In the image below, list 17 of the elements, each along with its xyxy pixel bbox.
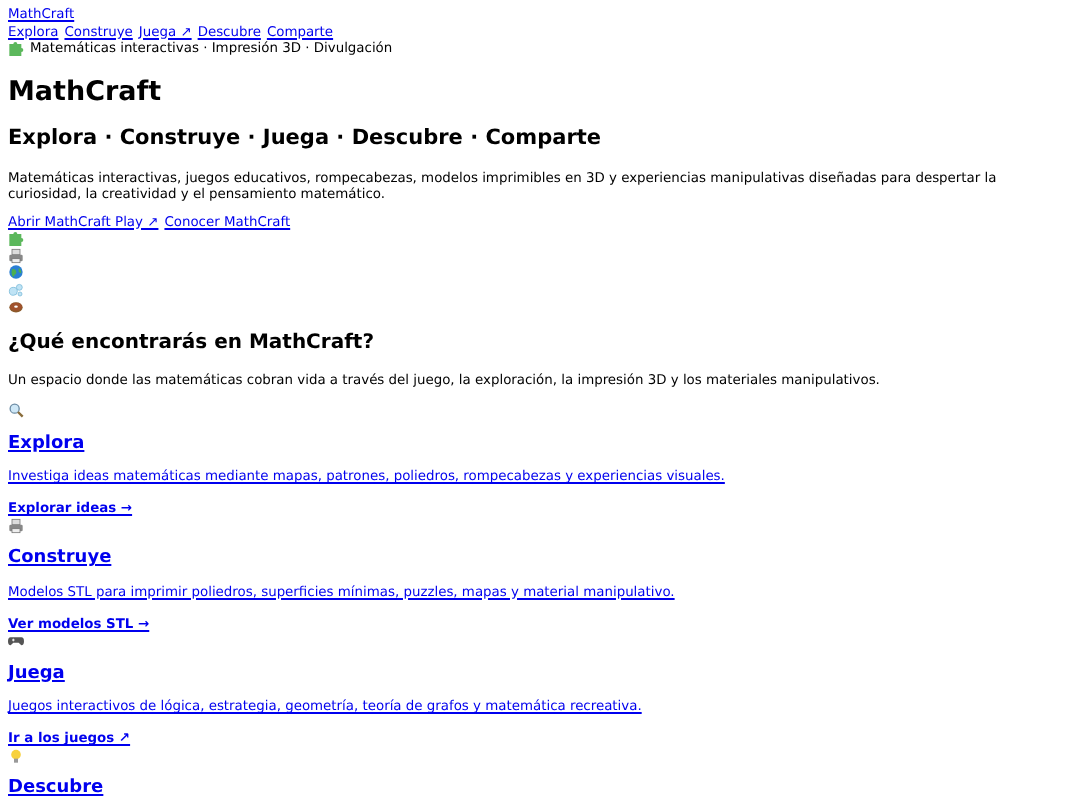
gamepad-icon	[8, 632, 24, 648]
donut-icon	[8, 298, 24, 314]
subtitle: Explora · Construye · Juega · Descubre · Comparte	[8, 125, 604, 149]
section-title: ¿Qué encontrarás en MathCraft?	[8, 332, 377, 356]
card-title-link[interactable]: Descubre	[8, 778, 104, 800]
magnifier-icon	[8, 402, 24, 418]
puzzle-icon	[8, 40, 24, 57]
printer-icon	[8, 247, 24, 263]
card-title-link[interactable]: Explora	[8, 433, 85, 455]
printer-icon	[8, 517, 24, 533]
lightbulb-icon	[8, 747, 24, 763]
card-title-link[interactable]: Juega	[8, 663, 65, 685]
page-title: MathCraft	[8, 75, 164, 107]
bubbles-icon	[8, 281, 24, 297]
globe-icon	[8, 264, 24, 280]
puzzle-icon	[8, 230, 24, 246]
card-title-link[interactable]: Construye	[8, 548, 112, 570]
